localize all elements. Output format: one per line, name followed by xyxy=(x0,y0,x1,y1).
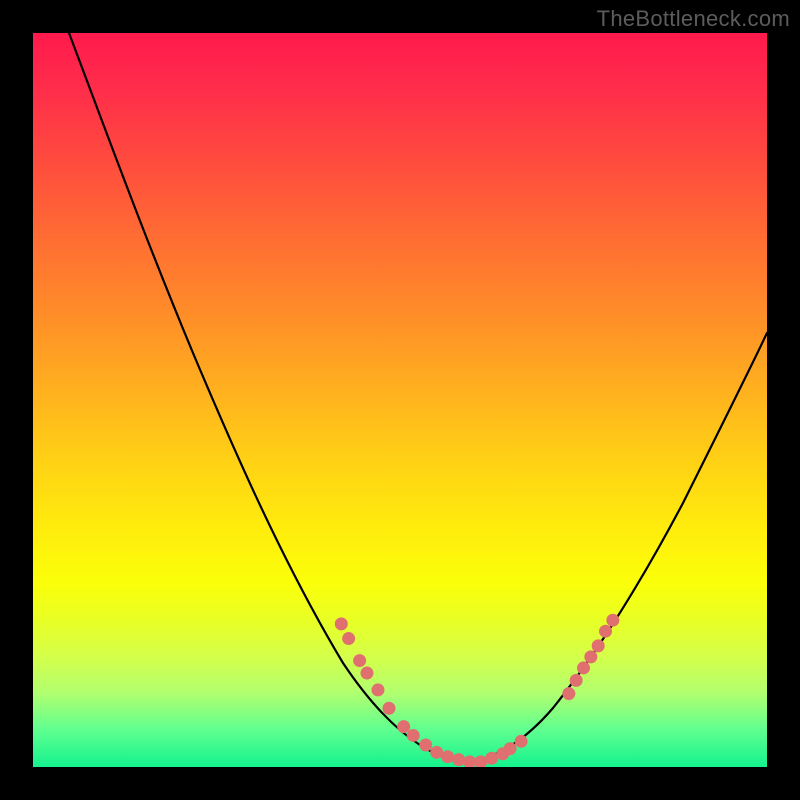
curve-marker xyxy=(570,674,583,687)
curve-marker xyxy=(504,742,517,755)
chart-container: TheBottleneck.com xyxy=(0,0,800,800)
curve-markers xyxy=(33,33,767,767)
curve-marker xyxy=(397,720,410,733)
curve-marker xyxy=(584,650,597,663)
curve-marker xyxy=(407,729,420,742)
curve-marker xyxy=(515,735,528,748)
curve-marker xyxy=(382,702,395,715)
plot-area xyxy=(33,33,767,767)
curve-marker xyxy=(353,654,366,667)
curve-marker xyxy=(371,683,384,696)
watermark-text: TheBottleneck.com xyxy=(597,6,790,32)
curve-marker xyxy=(606,614,619,627)
curve-marker xyxy=(562,687,575,700)
curve-marker xyxy=(342,632,355,645)
curve-marker xyxy=(577,661,590,674)
curve-marker xyxy=(360,667,373,680)
curve-marker xyxy=(592,639,605,652)
curve-marker xyxy=(441,750,454,763)
curve-marker xyxy=(419,738,432,751)
curve-marker xyxy=(474,755,487,767)
curve-marker xyxy=(335,617,348,630)
curve-marker xyxy=(452,753,465,766)
curve-marker xyxy=(599,625,612,638)
